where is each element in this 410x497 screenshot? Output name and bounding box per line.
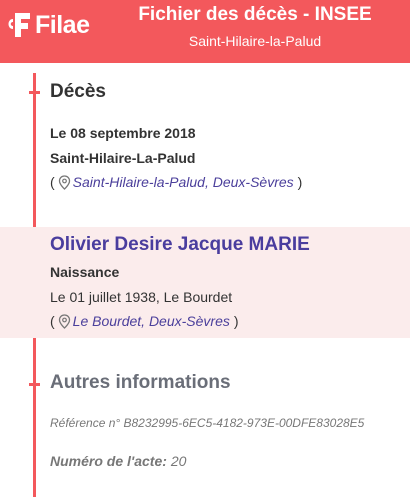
reference-number: Référence n° B8232995-6EC5-4182-973E-00D…	[50, 416, 365, 430]
filae-logo[interactable]: Filae	[4, 10, 90, 40]
close-paren: )	[297, 174, 303, 190]
header-bar: Filae Fichier des décès - INSEE Saint-Hi…	[0, 0, 410, 63]
open-paren: (	[50, 174, 55, 190]
close-paren: )	[233, 313, 239, 329]
acte-label: Numéro de l'acte:	[50, 453, 167, 469]
map-pin-icon	[58, 174, 70, 190]
acte-value: 20	[170, 453, 187, 469]
timeline-marker	[29, 383, 40, 386]
naissance-date: Le 01 juillet 1938, Le Bourdet	[50, 289, 233, 305]
logo-text: Filae	[35, 10, 90, 39]
deces-date: Le 08 septembre 2018	[50, 125, 196, 141]
naissance-label: Naissance	[50, 264, 120, 280]
map-pin-icon	[58, 313, 70, 329]
naissance-location-row: ( Le Bourdet, Deux-Sèvres )	[50, 313, 239, 329]
deces-location-row: ( Saint-Hilaire-la-Palud, Deux-Sèvres )	[50, 174, 302, 190]
page-title: Fichier des décès - INSEE	[138, 4, 372, 25]
open-paren: (	[50, 313, 55, 329]
page-subtitle: Saint-Hilaire-la-Palud	[188, 33, 322, 49]
deces-heading: Décès	[50, 81, 106, 102]
deces-place-link[interactable]: Saint-Hilaire-la-Palud, Deux-Sèvres	[73, 174, 294, 190]
autres-heading: Autres informations	[50, 372, 231, 393]
acte-number: Numéro de l'acte: 20	[50, 453, 186, 469]
person-name[interactable]: Olivier Desire Jacque MARIE	[50, 234, 310, 256]
filae-logo-icon	[8, 13, 30, 37]
naissance-place-link[interactable]: Le Bourdet, Deux-Sèvres	[73, 313, 230, 329]
deces-place: Saint-Hilaire-La-Palud	[50, 150, 196, 166]
timeline-marker	[29, 91, 40, 94]
